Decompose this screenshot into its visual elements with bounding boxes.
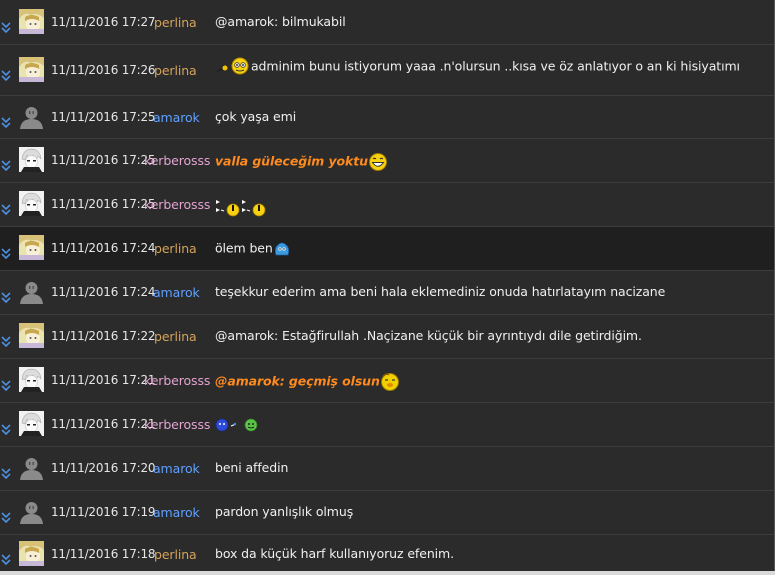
message-username[interactable]: perlina — [154, 241, 197, 256]
message-timestamp: 11/11/2016 17:20 — [51, 461, 156, 475]
message-timestamp: 11/11/2016 17:25 — [51, 197, 156, 211]
expand-chevron-icon[interactable] — [1, 245, 11, 260]
message-body: @amarok: geçmiş olsun — [215, 373, 380, 389]
message-body: teşekkur ederim ama beni hala eklemedini… — [215, 284, 666, 299]
expand-chevron-icon[interactable] — [1, 19, 11, 34]
message-username[interactable]: kerberosss — [144, 373, 210, 388]
message-text: box da küçük harf kullanıyoruz efenim. — [215, 546, 454, 561]
avatar[interactable] — [19, 411, 44, 436]
avatar[interactable] — [19, 235, 44, 260]
message-row: 11/11/2016 17:27 perlina @amarok: bilmukab… — [0, 0, 774, 45]
message-text — [215, 196, 267, 218]
pacman-eyes-icon — [215, 199, 241, 217]
expand-chevron-icon[interactable] — [1, 67, 11, 82]
avatar[interactable] — [19, 104, 44, 129]
message-username[interactable]: amarok — [153, 505, 200, 520]
message-body: valla güleceğim yoktu — [215, 153, 368, 169]
message-timestamp: 11/11/2016 17:22 — [51, 329, 156, 343]
message-body: beni affedin — [215, 460, 289, 475]
message-text: beni affedin — [215, 460, 288, 475]
message-username[interactable]: amarok — [153, 285, 200, 300]
sick-smiley-icon — [380, 373, 400, 391]
message-text: @amarok: bilmukabil — [215, 14, 346, 29]
message-timestamp: 11/11/2016 17:24 — [51, 285, 156, 299]
message-row: 11/11/2016 17:21 kerberosss @amarok: geçmi… — [0, 359, 774, 403]
chat-log: 11/11/2016 17:27 perlina @amarok: bilmukab… — [0, 0, 775, 575]
message-text: ölem ben — [215, 240, 291, 258]
message-timestamp: 11/11/2016 17:21 — [51, 417, 156, 431]
message-body: @amarok: bilmukabil — [215, 14, 346, 29]
message-row: 11/11/2016 17:20 amarok beni affedin — [0, 447, 774, 491]
message-username[interactable]: kerberosss — [144, 153, 210, 168]
message-timestamp: 11/11/2016 17:18 — [51, 547, 156, 561]
message-timestamp: 11/11/2016 17:25 — [51, 110, 156, 124]
message-timestamp: 11/11/2016 17:19 — [51, 505, 156, 519]
message-username[interactable]: amarok — [153, 110, 200, 125]
expand-chevron-icon[interactable] — [1, 421, 11, 436]
message-body: adminim bunu istiyorum yaaa .n'olursun .… — [251, 58, 740, 74]
expand-chevron-icon[interactable] — [1, 509, 11, 524]
message-row: 11/11/2016 17:21 kerberosss — [0, 403, 774, 447]
message-username[interactable]: kerberosss — [144, 417, 210, 432]
message-timestamp: 11/11/2016 17:27 — [51, 15, 156, 29]
avatar[interactable] — [19, 57, 44, 82]
avatar[interactable] — [19, 147, 44, 172]
pointing-smiley-icon — [215, 57, 251, 75]
expand-chevron-icon[interactable] — [1, 465, 11, 480]
message-body: box da küçük harf kullanıyoruz efenim. — [215, 546, 454, 561]
message-row: 11/11/2016 17:19 amarok pardon yanlışlık o… — [0, 491, 774, 535]
message-body: çok yaşa emi — [215, 109, 297, 124]
message-row: 11/11/2016 17:22 perlina @amarok: Estağfir… — [0, 315, 774, 359]
message-body: ölem ben — [215, 240, 273, 256]
message-username[interactable]: amarok — [153, 461, 200, 476]
message-row: 11/11/2016 17:26 perlina adminim bunu ist… — [0, 45, 774, 96]
message-text: @amarok: Estağfirullah .Naçizane küçük b… — [215, 328, 642, 343]
message-username[interactable]: perlina — [154, 329, 197, 344]
expand-chevron-icon[interactable] — [1, 289, 11, 304]
expand-chevron-icon[interactable] — [1, 201, 11, 216]
avatar[interactable] — [19, 455, 44, 480]
avatar[interactable] — [19, 9, 44, 34]
message-row: 11/11/2016 17:25 kerberosss — [0, 183, 774, 227]
message-username[interactable]: perlina — [154, 15, 197, 30]
blue-blob-smiley-icon — [273, 241, 291, 256]
message-text: @amarok: geçmiş olsun — [215, 372, 400, 392]
message-text: pardon yanlışlık olmuş — [215, 504, 353, 519]
message-timestamp: 11/11/2016 17:25 — [51, 153, 156, 167]
blue-green-smileys-icon — [215, 416, 261, 431]
message-timestamp: 11/11/2016 17:21 — [51, 373, 156, 387]
message-text: adminim bunu istiyorum yaaa .n'olursun .… — [215, 57, 740, 77]
avatar[interactable] — [19, 499, 44, 524]
avatar[interactable] — [19, 367, 44, 392]
message-text: çok yaşa emi — [215, 109, 296, 124]
expand-chevron-icon[interactable] — [1, 333, 11, 348]
message-body: pardon yanlışlık olmuş — [215, 504, 354, 519]
message-row: 11/11/2016 17:24 amarok teşekkur ederim am… — [0, 271, 774, 315]
message-text: teşekkur ederim ama beni hala eklemedini… — [215, 284, 665, 299]
expand-chevron-icon[interactable] — [1, 377, 11, 392]
message-row: 11/11/2016 17:25 kerberosss valla güleceği… — [0, 139, 774, 183]
avatar[interactable] — [19, 323, 44, 348]
message-text: valla güleceğim yoktu — [215, 152, 388, 172]
message-username[interactable]: perlina — [154, 63, 197, 78]
avatar[interactable] — [19, 279, 44, 304]
message-body: @amarok: Estağfirullah .Naçizane küçük b… — [215, 328, 642, 343]
message-username[interactable]: perlina — [154, 547, 197, 562]
message-row: 11/11/2016 17:25 amarok çok yaşa emi — [0, 96, 774, 139]
message-row: 11/11/2016 17:18 perlina box da küçük harf… — [0, 535, 774, 575]
bottom-divider — [0, 571, 775, 575]
expand-chevron-icon[interactable] — [1, 551, 11, 566]
message-row: 11/11/2016 17:24 perlina ölem ben — [0, 227, 774, 271]
message-text — [215, 416, 261, 433]
pacman-eyes-icon — [241, 199, 267, 217]
expand-chevron-icon[interactable] — [1, 114, 11, 129]
avatar[interactable] — [19, 541, 44, 566]
expand-chevron-icon[interactable] — [1, 157, 11, 172]
avatar[interactable] — [19, 191, 44, 216]
message-timestamp: 11/11/2016 17:26 — [51, 63, 156, 77]
message-timestamp: 11/11/2016 17:24 — [51, 241, 156, 255]
message-username[interactable]: kerberosss — [144, 197, 210, 212]
laughing-smiley-icon — [368, 153, 388, 171]
